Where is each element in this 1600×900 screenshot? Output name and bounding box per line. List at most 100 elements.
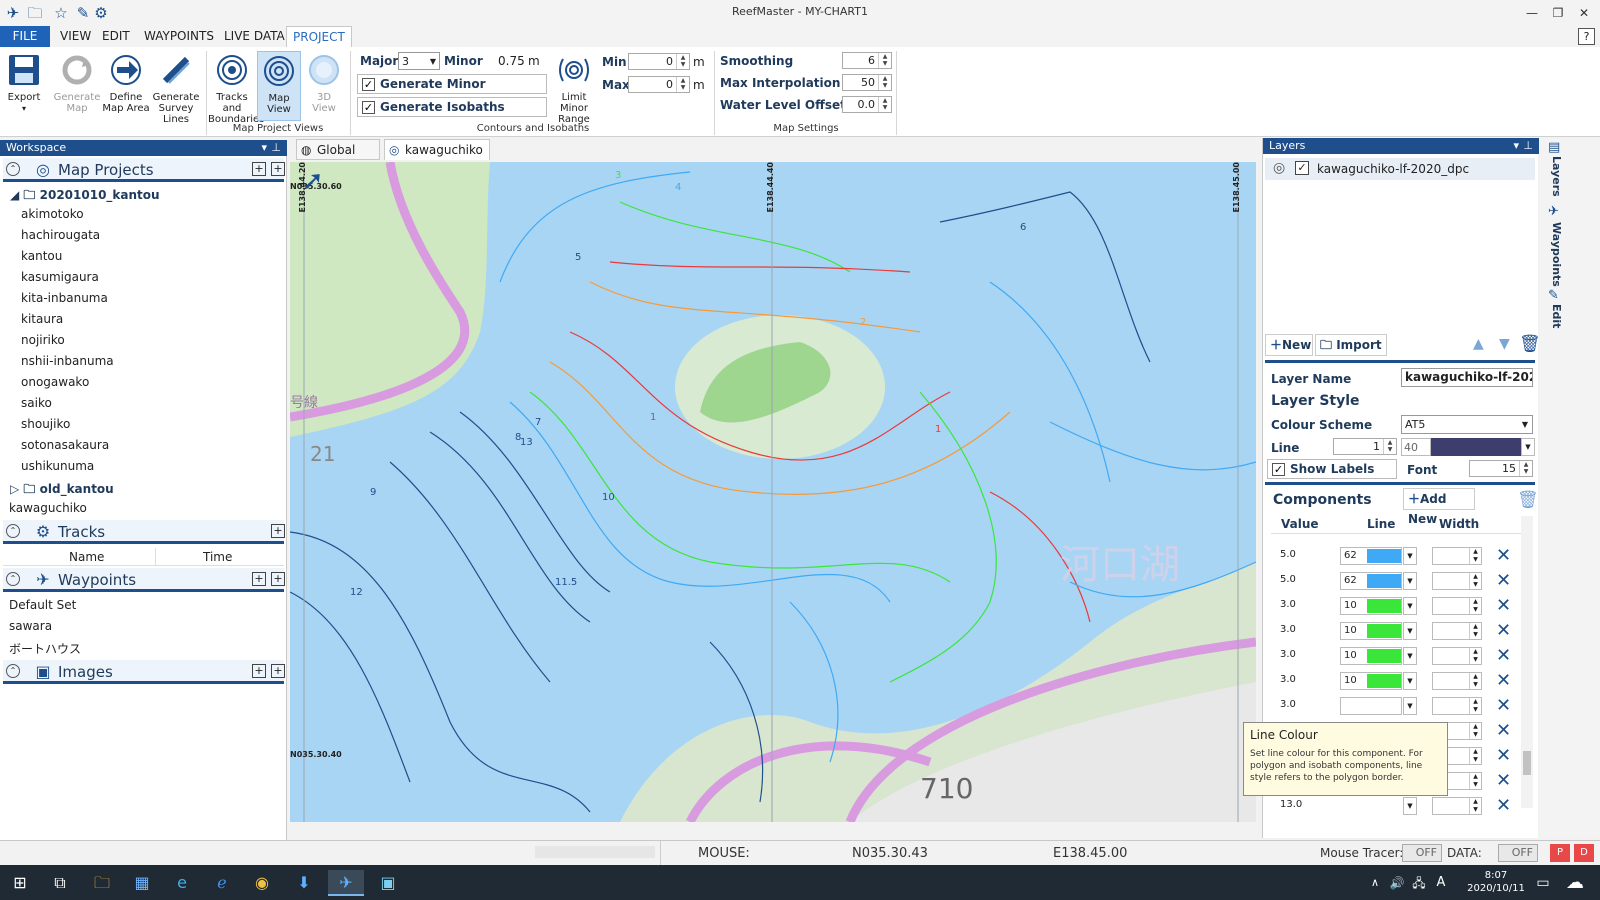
move-down-icon[interactable]: ▼ — [1499, 336, 1510, 352]
store-icon[interactable]: ▦ — [124, 870, 160, 896]
add-item-icon[interactable]: + — [271, 162, 285, 176]
generate-survey-lines-button[interactable]: Generate Survey Lines — [148, 51, 204, 125]
component-row[interactable]: 3.0 10 ▼ ▲ ▼ ✕ — [1270, 669, 1526, 693]
layer-visible-checkbox[interactable]: ✓ — [1295, 161, 1309, 175]
line-colour-dropdown[interactable]: ▼ — [1521, 438, 1535, 456]
download-icon[interactable]: ⬇ — [286, 870, 322, 896]
list-item[interactable]: ushikunuma — [21, 459, 94, 473]
list-item[interactable]: ボートハウス — [9, 640, 81, 657]
max-input[interactable]: 0 ▲ ▼ — [628, 76, 690, 93]
component-colour-dropdown[interactable]: ▼ — [1403, 547, 1417, 565]
ime-indicator[interactable]: A — [1432, 870, 1450, 896]
generate-minor-contours-checkbox[interactable]: ✓Generate Minor Contours — [357, 74, 547, 109]
list-item[interactable]: sawara — [9, 619, 52, 633]
list-item[interactable]: saiko — [21, 396, 52, 410]
menu-project[interactable]: PROJECT — [286, 26, 352, 47]
side-tab-edit[interactable]: Edit — [1550, 304, 1563, 328]
max-interpolation-input[interactable]: 50 ▲ ▼ — [842, 74, 892, 91]
min-input[interactable]: 0 ▲ ▼ — [628, 53, 690, 70]
component-colour-dropdown[interactable]: ▼ — [1403, 597, 1417, 615]
define-map-area-button[interactable]: Define Map Area — [102, 51, 150, 114]
component-width-input[interactable]: ▲ ▼ — [1432, 597, 1482, 615]
remove-component-icon[interactable]: ✕ — [1496, 770, 1511, 791]
reefmaster-taskbar-icon[interactable]: ✈ — [328, 870, 364, 896]
remove-component-icon[interactable]: ✕ — [1496, 695, 1511, 716]
file-explorer-icon[interactable]: 🗀 — [84, 870, 120, 896]
component-row[interactable]: 5.0 62 ▼ ▲ ▼ ✕ — [1270, 569, 1526, 593]
component-row[interactable]: 3.0 ▼ ▲ ▼ ✕ — [1270, 694, 1526, 718]
font-size-input[interactable]: 15 ▲ ▼ — [1469, 460, 1533, 477]
component-colour-dropdown[interactable]: ▼ — [1403, 622, 1417, 640]
map-canvas[interactable]: N035.30.60 N035.30.40 E138.44.20 E138.44… — [290, 162, 1256, 822]
list-item[interactable]: hachirougata — [21, 228, 100, 242]
component-row[interactable]: 3.0 10 ▼ ▲ ▼ ✕ — [1270, 644, 1526, 668]
collapse-icon[interactable]: ⌃ — [6, 572, 20, 586]
limit-minor-range-button[interactable]: Limit Minor Range — [548, 51, 600, 125]
component-colour-swatch[interactable] — [1367, 574, 1401, 588]
old-project-folder[interactable]: ▷ 🗀 old_kantou — [10, 480, 114, 501]
network-icon[interactable]: 🖧 — [1410, 870, 1428, 896]
map-view-button[interactable]: Map View — [257, 51, 301, 121]
line-colour-swatch[interactable] — [1431, 438, 1521, 456]
add-new-component-button[interactable]: ＋Add New — [1403, 488, 1475, 526]
layer-row[interactable]: ◎ ✓ kawaguchiko-lf-2020_dpc — [1265, 158, 1535, 180]
delete-layer-icon[interactable]: 🗑 — [1519, 334, 1541, 354]
pin-icon[interactable]: ⊥ — [1523, 138, 1533, 154]
component-row[interactable]: 5.0 62 ▼ ▲ ▼ ✕ — [1270, 544, 1526, 568]
list-item[interactable]: nshii-inbanuma — [21, 354, 114, 368]
colour-scheme-select[interactable]: AT5 ▼ — [1401, 415, 1533, 434]
list-item[interactable]: kawaguchiko — [9, 501, 87, 515]
add-item-icon[interactable]: + — [271, 572, 285, 586]
app-taskbar-icon[interactable]: ▣ — [370, 870, 406, 896]
add-icon[interactable]: + — [252, 572, 266, 586]
list-item[interactable]: kantou — [21, 249, 62, 263]
list-item[interactable]: Default Set — [9, 598, 76, 612]
task-view-icon[interactable]: ⧉ — [42, 870, 78, 896]
remove-component-icon[interactable]: ✕ — [1496, 720, 1511, 741]
menu-file[interactable]: FILE — [0, 26, 50, 47]
ie-browser-icon[interactable]: ℯ — [204, 870, 240, 896]
list-item[interactable]: sotonasakaura — [21, 438, 109, 452]
add-icon[interactable]: + — [271, 524, 285, 538]
component-colour-swatch[interactable] — [1367, 549, 1401, 563]
list-item[interactable]: kitaura — [21, 312, 63, 326]
new-layer-button[interactable]: ＋New — [1265, 334, 1313, 356]
tab-kawaguchiko[interactable]: ◎kawaguchiko✕ — [384, 139, 490, 177]
generate-map-button[interactable]: Generate Map — [52, 51, 102, 114]
delete-component-icon[interactable]: 🗑 — [1517, 490, 1539, 510]
menu-waypoints[interactable]: WAYPOINTS — [138, 26, 220, 47]
list-item[interactable]: akimotoko — [21, 207, 84, 221]
line-opacity[interactable]: 40 — [1401, 438, 1431, 456]
component-colour-swatch[interactable] — [1367, 599, 1401, 613]
clock[interactable]: 8:07 2020/10/11 — [1466, 869, 1526, 895]
move-up-icon[interactable]: ▲ — [1473, 336, 1484, 352]
component-colour-dropdown[interactable]: ▼ — [1403, 797, 1417, 815]
generate-isobaths-checkbox[interactable]: ✓ Generate Isobaths — [357, 97, 547, 117]
collapse-icon[interactable]: ⌃ — [6, 524, 20, 538]
side-tab-layers[interactable]: Layers — [1550, 156, 1563, 197]
volume-icon[interactable]: 🔊 — [1388, 870, 1406, 896]
chrome-browser-icon[interactable]: ◉ — [244, 870, 280, 896]
remove-component-icon[interactable]: ✕ — [1496, 595, 1511, 616]
water-level-offset-input[interactable]: 0.0 ▲ ▼ — [842, 96, 892, 113]
remove-component-icon[interactable]: ✕ — [1496, 545, 1511, 566]
component-colour-dropdown[interactable]: ▼ — [1403, 697, 1417, 715]
component-width-input[interactable]: ▲ ▼ — [1432, 672, 1482, 690]
pin-icon[interactable]: ⊥ — [271, 140, 281, 156]
component-colour-swatch[interactable] — [1367, 649, 1401, 663]
images-section[interactable]: ⌃ ▣ Images + + — [3, 660, 285, 684]
remove-component-icon[interactable]: ✕ — [1496, 645, 1511, 666]
windows-start-icon[interactable]: ⊞ — [2, 870, 38, 896]
component-line-width[interactable] — [1340, 697, 1402, 715]
component-row[interactable]: 3.0 10 ▼ ▲ ▼ ✕ — [1270, 594, 1526, 618]
list-item[interactable]: onogawako — [21, 375, 89, 389]
component-colour-swatch[interactable] — [1367, 674, 1401, 688]
menu-live-data[interactable]: LIVE DATA — [218, 26, 291, 47]
waypoints-section[interactable]: ⌃ ✈ Waypoints + + — [3, 568, 285, 592]
tracks-boundaries-button[interactable]: Tracks and Boundaries — [208, 51, 264, 125]
component-colour-dropdown[interactable]: ▼ — [1403, 572, 1417, 590]
notification-icon[interactable]: ▭ — [1532, 870, 1554, 896]
layer-name-input[interactable]: kawaguchiko-lf-2020_dpc — [1401, 368, 1533, 387]
component-colour-dropdown[interactable]: ▼ — [1403, 672, 1417, 690]
component-width-input[interactable]: ▲ ▼ — [1432, 572, 1482, 590]
